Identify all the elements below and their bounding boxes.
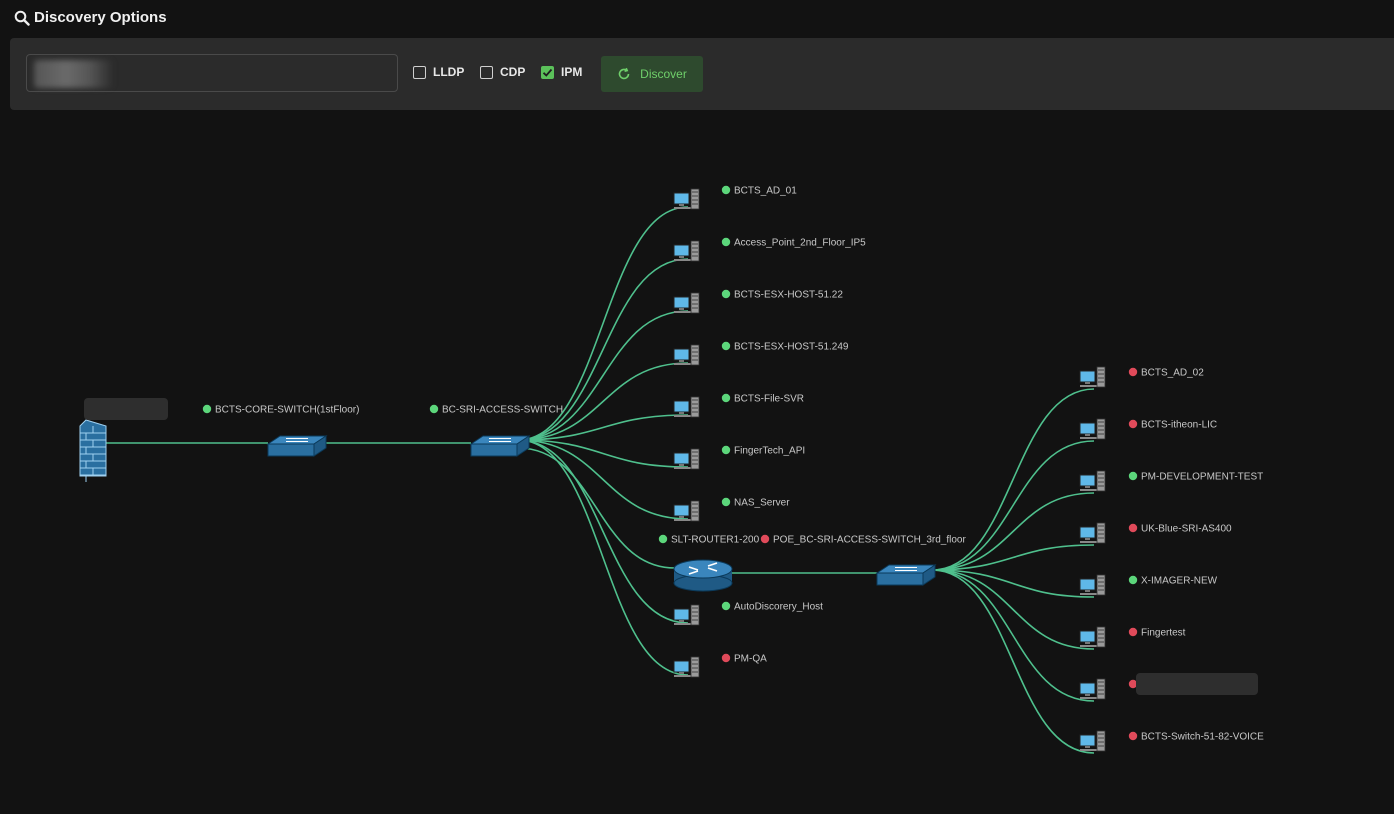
status-dot (721, 341, 731, 351)
node-label: BCTS-Switch-51-82-VOICE (1141, 732, 1264, 743)
redacted-host-label (1136, 673, 1258, 695)
node-label: BCTS-itheon-LIC (1141, 420, 1217, 431)
link-line (517, 310, 689, 441)
node-label: BCTS-ESX-HOST-51.249 (734, 342, 849, 353)
host-label (1128, 679, 1138, 689)
host-label: Fingertest (1128, 627, 1186, 639)
node-label: Access_Point_2nd_Floor_IP5 (734, 238, 866, 249)
server-icon[interactable] (1079, 626, 1106, 648)
host-label: NAS_Server (721, 497, 790, 509)
link-line (517, 439, 689, 520)
host-label: BCTS-itheon-LIC (1128, 419, 1217, 431)
node-label: PM-DEVELOPMENT-TEST (1141, 472, 1263, 483)
switch-icon[interactable] (266, 435, 328, 457)
core-switch-label: BCTS-CORE-SWITCH(1stFloor) (202, 404, 359, 416)
link-line (931, 440, 1095, 571)
node-label: UK-Blue-SRI-AS400 (1141, 524, 1232, 535)
host-label: UK-Blue-SRI-AS400 (1128, 523, 1232, 535)
server-icon[interactable] (1079, 366, 1106, 388)
status-dot (1128, 575, 1138, 585)
node-label: SLT-ROUTER1-200 (671, 535, 760, 546)
node-label: NAS_Server (734, 498, 790, 509)
status-dot (202, 404, 212, 414)
status-dot (1128, 523, 1138, 533)
status-dot (1128, 627, 1138, 637)
status-dot (760, 534, 770, 544)
server-icon[interactable] (1079, 574, 1106, 596)
status-dot (1128, 419, 1138, 429)
server-icon[interactable] (1079, 418, 1106, 440)
host-label: BCTS-Switch-51-82-VOICE (1128, 731, 1264, 743)
node-label: BCTS-CORE-SWITCH(1stFloor) (215, 405, 359, 416)
access-switch-label: BC-SRI-ACCESS-SWITCH (429, 404, 563, 416)
server-icon[interactable] (673, 396, 700, 418)
host-label: PM-QA (721, 653, 767, 665)
node-label: PM-QA (734, 654, 767, 665)
server-icon[interactable] (1079, 730, 1106, 752)
node-label: BCTS-File-SVR (734, 394, 804, 405)
node-label: X-IMAGER-NEW (1141, 576, 1218, 587)
link-line (931, 569, 1095, 650)
firewall-icon[interactable] (79, 419, 107, 482)
switch-icon[interactable] (875, 564, 937, 586)
host-label: BCTS-ESX-HOST-51.249 (721, 341, 849, 353)
poe-switch-label: POE_BC-SRI-ACCESS-SWITCH_3rd_floor (760, 534, 966, 546)
node-label: Fingertest (1141, 628, 1186, 639)
server-icon[interactable] (1079, 522, 1106, 544)
status-dot (721, 185, 731, 195)
host-label: Access_Point_2nd_Floor_IP5 (721, 237, 866, 249)
status-dot (721, 289, 731, 299)
node-label: BCTS_AD_01 (734, 186, 797, 197)
status-dot (721, 393, 731, 403)
status-dot (721, 601, 731, 611)
status-dot (721, 237, 731, 247)
server-icon[interactable] (1079, 470, 1106, 492)
node-label: BCTS_AD_02 (1141, 368, 1204, 379)
node-label: POE_BC-SRI-ACCESS-SWITCH_3rd_floor (773, 535, 966, 546)
redacted-firewall-label (84, 398, 168, 420)
host-label: BCTS-ESX-HOST-51.22 (721, 289, 843, 301)
host-label: PM-DEVELOPMENT-TEST (1128, 471, 1263, 483)
status-dot (1128, 731, 1138, 741)
host-label: FingerTech_API (721, 445, 805, 457)
server-icon[interactable] (673, 448, 700, 470)
link-line (517, 439, 689, 676)
server-icon[interactable] (673, 188, 700, 210)
node-label: BC-SRI-ACCESS-SWITCH (442, 405, 563, 416)
nodes: BCTS-CORE-SWITCH(1stFloor) BC-SRI-ACCESS-… (79, 185, 1264, 752)
link-line (931, 569, 1095, 754)
link-line (931, 569, 1095, 702)
server-icon[interactable] (1079, 678, 1106, 700)
status-dot (1128, 471, 1138, 481)
server-icon[interactable] (673, 344, 700, 366)
node-label: AutoDiscorery_Host (734, 602, 823, 613)
status-dot (721, 497, 731, 507)
status-dot (1128, 679, 1138, 689)
node-label: FingerTech_API (734, 446, 805, 457)
links (106, 206, 1095, 754)
node-label: BCTS-ESX-HOST-51.22 (734, 290, 843, 301)
host-label: X-IMAGER-NEW (1128, 575, 1218, 587)
host-label: BCTS-File-SVR (721, 393, 804, 405)
status-dot (721, 445, 731, 455)
host-label: BCTS_AD_02 (1128, 367, 1204, 379)
status-dot (429, 404, 439, 414)
server-icon[interactable] (673, 240, 700, 262)
status-dot (1128, 367, 1138, 377)
switch-icon[interactable] (469, 435, 531, 457)
link-line (517, 447, 676, 569)
host-label: BCTS_AD_01 (721, 185, 797, 197)
router-label: SLT-ROUTER1-200 (658, 534, 760, 546)
server-icon[interactable] (673, 292, 700, 314)
status-dot (658, 534, 668, 544)
status-dot (721, 653, 731, 663)
network-topology-map: BCTS-CORE-SWITCH(1stFloor) BC-SRI-ACCESS-… (79, 185, 1264, 754)
host-label: AutoDiscorery_Host (721, 601, 823, 613)
link-line (517, 439, 689, 624)
router-icon[interactable] (673, 559, 733, 592)
